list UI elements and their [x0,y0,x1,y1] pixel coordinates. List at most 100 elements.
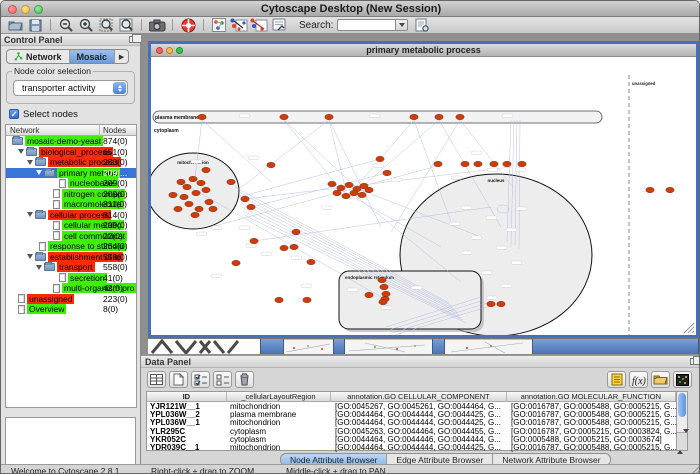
minimized-window-titlebar[interactable] [432,339,445,354]
select-all-attributes-icon[interactable] [191,371,210,388]
status-bar: Welcome to Cytoscape 2.8.1 Right-click +… [1,464,700,474]
vizmapper-icon[interactable] [210,18,228,33]
col-header-molecular-function[interactable]: annotation.GO MOLECULAR_FUNCTION [507,392,676,401]
tab-overflow-button[interactable]: ▶ [115,50,128,63]
float-panel-icon[interactable] [129,36,137,43]
save-session-icon[interactable] [26,18,44,33]
window-resize-grip[interactable] [690,466,700,474]
node-attribute-file-icon[interactable] [607,371,626,388]
disclosure-icon[interactable] [36,265,42,270]
folder-icon [35,158,46,166]
tab-mosaic[interactable]: Mosaic [70,50,116,63]
snapshot-icon[interactable] [148,18,166,33]
tree-row[interactable]: cellular process614(0) [6,210,136,221]
network-desktop: primary metabolic process plasma membran… [141,34,700,355]
select-nodes-label: Select nodes [23,109,78,120]
zoom-fit-icon[interactable] [97,18,115,33]
page-icon [39,242,46,251]
zoom-selected-icon[interactable] [117,18,135,33]
disclosure-icon[interactable] [27,160,33,165]
zoom-in-icon[interactable] [77,18,95,33]
edit-edges-icon[interactable] [250,18,268,33]
open-session-icon[interactable] [6,18,24,33]
page-icon [53,200,60,209]
page-icon [53,284,60,293]
folder-icon [44,263,55,271]
tree-row[interactable]: metabolic process280(0) [6,157,136,168]
import-network-icon[interactable] [270,18,288,33]
tree-row[interactable]: response to stimulu264(0) [6,241,136,252]
tree-row[interactable]: unassigned223(0) [6,294,136,305]
status-zoom-hint: Right-click + drag to ZOOM [151,466,254,474]
network-window-titlebar[interactable]: primary metabolic process [151,44,696,57]
network-graph[interactable]: plasma membrane cytoplasm mitochondrion … [151,57,696,335]
scroll-down-icon[interactable] [683,429,689,450]
minimized-window-preview[interactable] [284,339,333,354]
tree-row[interactable]: Overview8(0) [6,304,136,315]
help-ring-icon[interactable] [179,18,197,33]
minimized-network-view[interactable] [148,339,260,354]
formula-builder-icon[interactable]: f(x) [629,371,648,388]
tree-row[interactable]: mosaic-demo-yeast874(0) [6,136,136,147]
import-attributes-icon[interactable] [651,371,670,388]
tab-network[interactable]: Network [7,50,70,63]
tree-row[interactable]: cellular metabo209(0) [6,220,136,231]
float-panel-icon[interactable] [690,358,698,365]
column-header-nodes[interactable]: Nodes [103,126,126,135]
status-welcome: Welcome to Cytoscape 2.8.1 [11,466,120,474]
table-scrollbar[interactable] [677,391,688,451]
minimized-window-preview[interactable] [345,339,432,354]
minimized-window-preview[interactable] [445,339,532,354]
main-toolbar: Search: [1,17,700,34]
node-color-dropdown[interactable]: transporter activity [13,80,128,96]
tree-row[interactable]: secretion41(0) [6,273,136,284]
minimized-window-titlebar[interactable] [532,339,699,354]
tree-row[interactable]: transport558(0) [6,262,136,273]
cytoscape-window: Cytoscape Desktop (New Session) [0,0,700,474]
data-panel-title: Data Panel [145,357,191,367]
disclosure-icon[interactable] [27,212,33,217]
column-header-network[interactable]: Network [10,126,39,135]
minimized-windows-strip [148,338,699,354]
col-header-cellular-component[interactable]: annotation.GO CELLULAR_COMPONENT [331,392,506,401]
page-icon [59,179,66,188]
tree-row[interactable]: establishment of lo558(0) [6,252,136,263]
select-attributes-icon[interactable] [147,371,166,388]
tree-row[interactable]: biological_process651(0) [6,147,136,158]
col-header-region[interactable]: _cellularLayoutRegion [227,392,332,401]
tree-row[interactable]: macromolecule311(0) [6,199,136,210]
disclosure-icon[interactable] [18,149,24,154]
disclosure-icon[interactable] [36,170,42,175]
search-input[interactable] [337,19,395,31]
tree-row[interactable]: multi-organism pro42(0) [6,283,136,294]
network-canvas[interactable]: plasma membrane cytoplasm mitochondrion … [151,57,696,335]
disclosure-icon[interactable] [27,254,33,259]
tree-row-selected[interactable]: primary metabo209(... [6,168,136,179]
delete-attribute-icon[interactable] [235,371,254,388]
search-options-icon[interactable] [413,18,431,33]
zoom-out-icon[interactable] [57,18,75,33]
unselect-all-attributes-icon[interactable] [213,371,232,388]
attribute-matrix-icon[interactable] [673,371,692,388]
search-dropdown[interactable] [395,19,408,31]
network-icon [14,52,23,61]
region-label: plasma membrane [155,115,199,121]
minimized-window-titlebar[interactable] [260,339,284,354]
minimized-window-titlebar[interactable] [333,339,345,354]
page-icon [53,231,60,240]
checkbox-checked-icon[interactable]: ✓ [9,109,19,119]
tree-row[interactable]: cell communicat22(0) [6,231,136,242]
table-row[interactable]: YDR039C__1mitochondrion[GO:0044464, GO:0… [147,443,676,451]
col-header-id[interactable]: ID [147,392,227,401]
tree-row[interactable]: nitrogen compo209(0) [6,189,136,200]
tree-row[interactable]: nucleobase-209(0) [6,178,136,189]
window-titlebar[interactable]: Cytoscape Desktop (New Session) [1,1,700,17]
new-attribute-icon[interactable] [169,371,188,388]
page-icon [59,273,66,282]
resize-grip-icon[interactable] [684,323,694,333]
scrollbar-thumb[interactable] [678,393,686,417]
edit-nodes-icon[interactable] [230,18,248,33]
chevron-down-icon [399,23,405,27]
network-view-window[interactable]: primary metabolic process plasma membran… [148,41,699,338]
select-nodes-option[interactable]: ✓ Select nodes [9,108,78,120]
